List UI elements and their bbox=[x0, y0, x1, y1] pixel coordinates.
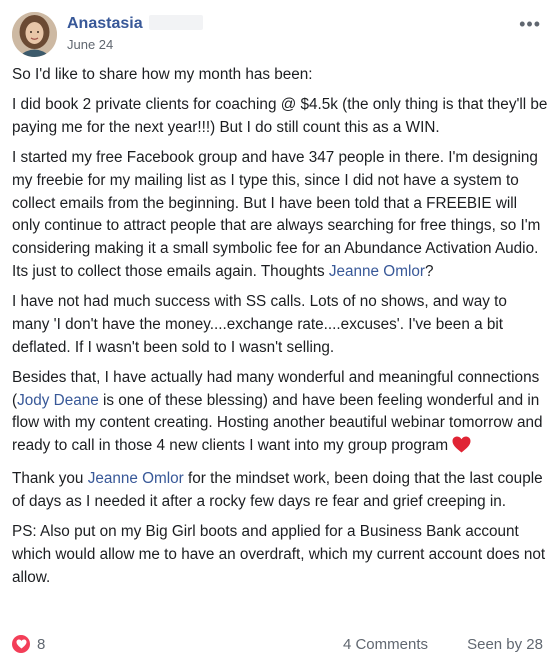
post-paragraph-6: Thank you Jeanne Omlor for the mindset w… bbox=[12, 468, 548, 513]
post-paragraph-2: I did book 2 private clients for coachin… bbox=[12, 96, 548, 136]
mention-jody-deane[interactable]: Jody Deane bbox=[17, 392, 99, 409]
post-body: So I'd like to share how my month has be… bbox=[12, 64, 548, 597]
paragraph-text: ? bbox=[424, 262, 434, 280]
mention-jeanne-omlor[interactable]: Jeanne Omlor bbox=[88, 470, 184, 487]
author-name-text[interactable]: Anastasia bbox=[67, 15, 143, 32]
post-paragraph-1: So I'd like to share how my month has be… bbox=[12, 66, 313, 83]
post-date[interactable]: June 24 bbox=[67, 37, 113, 52]
post-paragraph-5: Besides that, I have actually had many w… bbox=[12, 367, 548, 461]
paragraph-text: I started my free Facebook group and hav… bbox=[12, 149, 541, 280]
comments-count-link[interactable]: 4 Comments bbox=[343, 636, 428, 653]
author-avatar[interactable] bbox=[12, 12, 57, 57]
red-heart-emoji-icon bbox=[452, 436, 471, 461]
seen-by-count[interactable]: Seen by 28 bbox=[467, 636, 543, 653]
post-paragraph-4: I have not had much success with SS call… bbox=[12, 293, 507, 356]
more-options-icon[interactable]: ••• bbox=[519, 14, 541, 35]
mention-jeanne-omlor[interactable]: Jeanne Omlor bbox=[329, 263, 425, 280]
love-reaction-icon[interactable] bbox=[12, 635, 30, 653]
post-paragraph-7: PS: Also put on my Big Girl boots and ap… bbox=[12, 523, 546, 586]
author-name[interactable]: Anastasia bbox=[67, 15, 203, 33]
post-header: Anastasia June 24 ••• bbox=[12, 12, 543, 58]
reaction-count[interactable]: 8 bbox=[37, 636, 45, 653]
post-footer: 8 4 Comments Seen by 28 bbox=[0, 633, 555, 660]
facebook-post: Anastasia June 24 ••• So I'd like to sha… bbox=[0, 0, 555, 660]
paragraph-text: Thank you bbox=[12, 470, 88, 488]
redacted-surname bbox=[148, 15, 203, 30]
post-paragraph-3: I started my free Facebook group and hav… bbox=[12, 147, 548, 283]
